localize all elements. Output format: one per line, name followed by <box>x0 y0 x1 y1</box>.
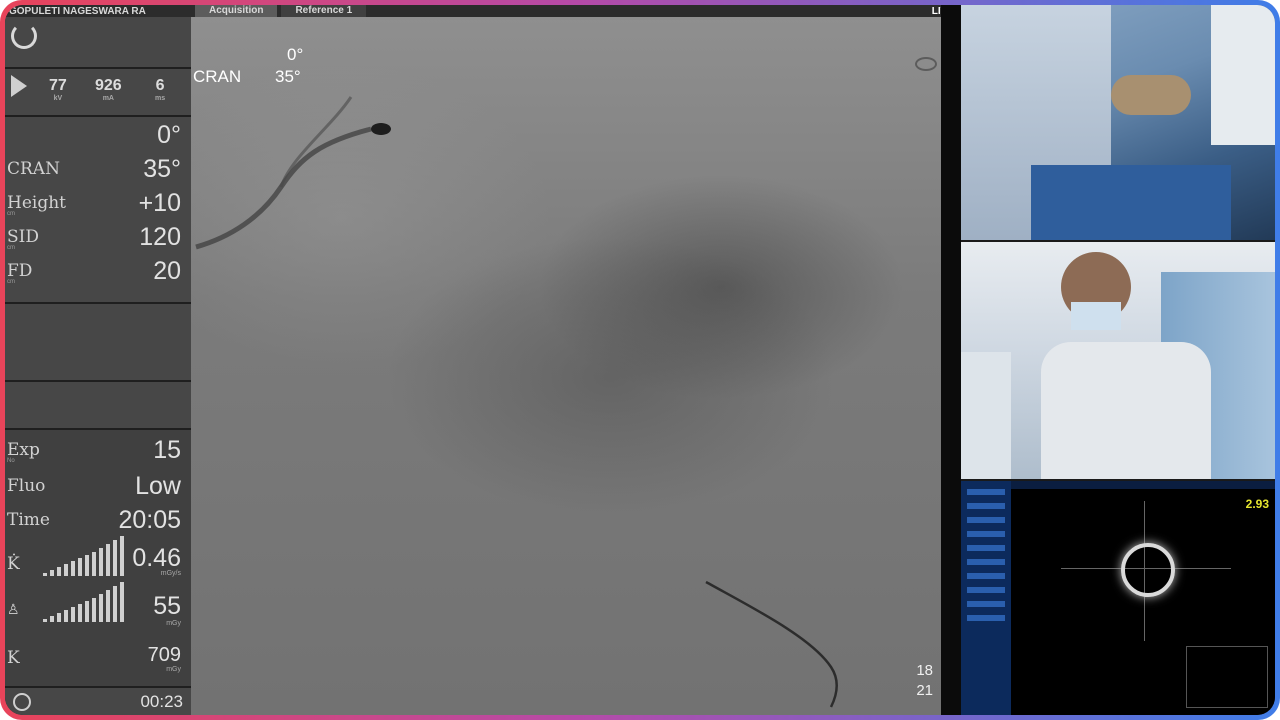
dose-rate-bars <box>43 536 125 576</box>
time-row: Time 20:05 <box>5 506 191 538</box>
vessel-overlay <box>195 96 838 708</box>
time-value: 20:05 <box>118 506 181 534</box>
sid-value: 120 <box>139 223 181 251</box>
patient-dose-icon: ♙ <box>7 602 20 618</box>
empty-section-1 <box>5 304 191 382</box>
fd-label: FD <box>7 261 33 281</box>
air-kerma-row: K 709 mGy <box>5 644 191 676</box>
video-feed-room <box>961 242 1275 479</box>
patient-dose-unit: mGy <box>166 620 181 627</box>
refresh-icon[interactable] <box>11 23 37 49</box>
height-value: +10 <box>138 189 181 217</box>
frame-counter-bottom: 21 <box>916 682 933 699</box>
angulation-value: 35° <box>143 155 181 183</box>
panel-divider <box>941 5 961 715</box>
exposure-ma: 926 mA <box>95 77 122 102</box>
frame-counter: 18 21 <box>916 661 933 701</box>
height-label: Height <box>7 193 66 213</box>
ivus-readout: 2.93 <box>1245 497 1269 511</box>
patient-dose-row: ♙ 55 mGy <box>5 582 191 628</box>
patient-dose-bars <box>43 582 125 622</box>
height-unit: cm <box>7 211 15 217</box>
top-bar: GOPULETI NAGESWARA RA Acquisition Refere… <box>5 5 960 17</box>
dose-rate-row: K̇ 0.46 mGy/s <box>5 536 191 577</box>
geometry-section: 0° CRAN 35° Height cm +10 SID cm 120 FD … <box>5 117 191 304</box>
dose-rate-label: K̇ <box>7 554 20 574</box>
height-row: Height cm +10 <box>5 189 191 221</box>
fluo-label: Fluo <box>7 476 46 496</box>
exposure-ms: 6 ms <box>155 77 166 102</box>
app-window: GOPULETI NAGESWARA RA Acquisition Refere… <box>5 5 1275 715</box>
empty-section-2 <box>5 382 191 430</box>
eye-icon <box>915 57 937 71</box>
tab-reference[interactable]: Reference 1 <box>281 5 367 17</box>
rotation-row: 0° <box>5 121 191 153</box>
fd-row: FD cm 20 <box>5 257 191 289</box>
exp-label: Exp <box>7 440 40 460</box>
exp-value: 15 <box>153 436 181 464</box>
angulation-row: CRAN 35° <box>5 155 191 187</box>
rotation-value: 0° <box>157 121 181 149</box>
sid-unit: cm <box>7 245 15 251</box>
exp-row: Exp No 15 <box>5 436 191 468</box>
dose-section: Exp No 15 Fluo Low Time 20:05 K̇ 0.46 mG… <box>5 430 191 688</box>
fd-value: 20 <box>153 257 181 285</box>
stopwatch-icon <box>13 693 31 711</box>
angulation-label: CRAN <box>7 159 60 179</box>
play-icon[interactable] <box>11 75 27 97</box>
fd-unit: cm <box>7 279 15 285</box>
exp-unit: No <box>7 458 15 464</box>
sid-row: SID cm 120 <box>5 223 191 255</box>
dose-rate-unit: mGy/s <box>160 570 181 577</box>
sync-section <box>5 17 191 69</box>
dose-rate-value: 0.46 <box>132 544 181 572</box>
tab-acquisition[interactable]: Acquisition <box>195 5 278 17</box>
ivus-sidebar <box>961 481 1011 715</box>
patient-name: GOPULETI NAGESWARA RA <box>9 5 146 17</box>
timer-section: 00:23 <box>5 688 191 715</box>
time-label: Time <box>7 510 50 530</box>
frame-counter-top: 18 <box>916 662 933 679</box>
ivus-vessel-image <box>1121 543 1175 597</box>
air-kerma-unit: mGy <box>166 666 181 673</box>
air-kerma-value: 709 <box>147 644 181 666</box>
exposure-kv: 77 kV <box>49 77 67 102</box>
air-kerma-label: K <box>7 648 20 668</box>
sid-label: SID <box>7 227 39 247</box>
fluoroscopy-view[interactable]: 0° CRAN 35° 18 21 <box>191 17 941 715</box>
patient-dose-value: 55 <box>153 592 181 620</box>
fluo-row: Fluo Low <box>5 472 191 504</box>
fluo-value: Low <box>135 472 181 500</box>
left-panel: 77 kV 926 mA 6 ms 0° CRAN 35° Height cm +10 <box>5 17 191 715</box>
ivus-monitor: 2.93 <box>961 481 1275 715</box>
timer-value: 00:23 <box>140 692 183 711</box>
video-feed-procedure <box>961 5 1275 240</box>
window-frame: GOPULETI NAGESWARA RA Acquisition Refere… <box>0 0 1280 720</box>
exposure-section: 77 kV 926 mA 6 ms <box>5 69 191 117</box>
